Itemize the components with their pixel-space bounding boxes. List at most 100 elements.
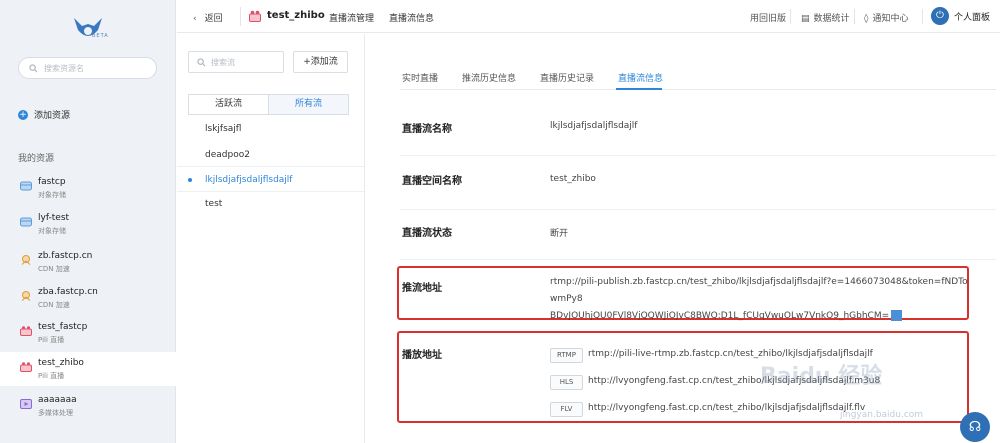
sidebar-item-fastcp[interactable]: fastcp 对象存储	[0, 171, 176, 205]
resource-type: Pili 直播	[38, 336, 65, 344]
tab-live-history[interactable]: 直播历史记录	[540, 71, 594, 84]
stats-link[interactable]: ▤ 数据统计	[801, 11, 850, 24]
resource-name: zb.fastcp.cn	[38, 251, 93, 261]
stats-label: 数据统计	[813, 14, 850, 24]
power-icon: ⏻	[931, 7, 949, 25]
publish-url-value[interactable]: rtmp://pili-publish.zb.fastcp.cn/test_zh…	[550, 274, 970, 325]
live-icon	[20, 326, 32, 336]
notifications-link[interactable]: ◊ 通知中心	[864, 11, 908, 24]
nav-stream-manage[interactable]: 直播流管理	[329, 11, 374, 24]
stream-tabs: 实时直播 推流历史信息 直播历史记录 直播流信息	[400, 68, 996, 90]
watermark-brand: Baidu 经验	[760, 364, 883, 389]
stream-name: lkjlsdjafjsdaljflsdajlf	[205, 175, 293, 185]
sidebar-item-lyf-test[interactable]: lyf-test 对象存储	[0, 207, 176, 241]
top-bar: ‹ 返回 test_zhibo 直播流管理 直播流信息 用回旧版 ▤ 数据统计 ◊ 通…	[177, 0, 1000, 33]
tab-stream-info[interactable]: 直播流信息	[618, 71, 663, 84]
tab-realtime[interactable]: 实时直播	[402, 71, 438, 84]
logo-icon	[74, 18, 102, 36]
tab-publish-history[interactable]: 推流历史信息	[462, 71, 516, 84]
media-icon	[20, 399, 32, 409]
resource-type: CDN 加速	[38, 265, 70, 273]
field-label: 直播流状态	[402, 228, 452, 239]
help-headset-button[interactable]: ☊	[960, 412, 990, 442]
divider	[922, 9, 923, 24]
publish-url-row: 推流地址 rtmp://pili-publish.zb.fastcp.cn/te…	[400, 268, 996, 324]
resource-search-input[interactable]: 搜索资源名	[18, 57, 157, 79]
field-label: 直播流名称	[402, 124, 452, 135]
resource-name: test_zhibo	[38, 358, 84, 368]
stream-list-item-selected[interactable]: lkjlsdjafjsdaljflsdajlf	[177, 166, 364, 192]
publish-url-line: rtmp://pili-publish.zb.fastcp.cn/test_zh…	[550, 277, 968, 304]
rtmp-tag: RTMP	[550, 348, 583, 363]
tab-all-streams[interactable]: 所有流	[268, 95, 348, 114]
resource-name: aaaaaaa	[38, 395, 77, 405]
resource-name: test_fastcp	[38, 322, 88, 332]
storage-icon	[20, 181, 32, 191]
live-icon	[249, 10, 261, 22]
resource-type: CDN 加速	[38, 301, 70, 309]
my-resources-heading: 我的资源	[18, 154, 55, 164]
resource-type: 对象存储	[38, 191, 66, 199]
cdn-icon	[21, 291, 31, 301]
field-value: lkjlsdjafjsdaljflsdajlf	[550, 121, 638, 131]
back-button[interactable]: ‹ 返回	[193, 11, 223, 24]
personal-panel-label: 个人面板	[954, 12, 991, 23]
divider	[790, 9, 791, 24]
sidebar-item-aaaaaaa[interactable]: aaaaaaa 多媒体处理	[0, 389, 176, 423]
sidebar-item-zb-fastcp[interactable]: zb.fastcp.cn CDN 加速	[0, 245, 176, 279]
divider	[854, 9, 855, 24]
divider	[240, 7, 241, 26]
personal-panel-button[interactable]: ⏻ 个人面板	[931, 7, 990, 25]
flv-tag: FLV	[550, 402, 583, 417]
plus-icon: +	[18, 109, 28, 120]
headset-icon: ☊	[968, 419, 982, 435]
add-resource-button[interactable]: + 添加资源	[18, 108, 70, 121]
resource-name: zba.fastcp.cn	[38, 287, 98, 297]
field-label: 播放地址	[402, 350, 442, 361]
search-placeholder: 搜索资源名	[44, 63, 84, 73]
field-label: 推流地址	[402, 283, 442, 294]
sidebar-item-test-fastcp[interactable]: test_fastcp Pili 直播	[0, 316, 176, 350]
old-version-link[interactable]: 用回旧版	[750, 11, 786, 24]
stream-list-item[interactable]: test	[177, 191, 364, 217]
field-label: 直播空间名称	[402, 176, 462, 187]
cdn-icon	[21, 255, 31, 265]
stream-list-panel: 搜索流 +添加流 活跃流 所有流 lskjfsajfl deadpoo2 lkj…	[177, 34, 365, 443]
publish-url-line: BDvJOUhjQU0FVl8VjQQWJiOJvC8BWQ:D1L_fCUqV…	[550, 311, 890, 321]
status-row: 直播流状态 断开	[400, 210, 996, 260]
hls-tag: HLS	[550, 375, 583, 390]
stream-list-item[interactable]: lskjfsajfl	[177, 116, 364, 142]
active-tab-indicator	[616, 88, 662, 90]
sidebar-item-zba-fastcp[interactable]: zba.fastcp.cn CDN 加速	[0, 281, 176, 315]
tab-active-streams[interactable]: 活跃流	[189, 95, 268, 114]
stream-search-input[interactable]: 搜索流	[188, 51, 284, 73]
live-icon	[20, 362, 32, 372]
back-label: 返回	[204, 14, 223, 24]
chart-icon: ▤	[801, 14, 810, 24]
bell-icon: ◊	[864, 14, 869, 24]
sidebar: BETA 搜索资源名 + 添加资源 我的资源 fastcp 对象存储 lyf-t…	[0, 0, 176, 443]
search-icon	[29, 63, 38, 72]
chevron-left-icon: ‹	[193, 14, 197, 24]
space-name-row: 直播空间名称 test_zhibo	[400, 156, 996, 210]
search-icon	[197, 57, 206, 66]
search-placeholder: 搜索流	[211, 57, 235, 67]
selected-dot-icon	[188, 178, 192, 182]
sidebar-item-test-zhibo[interactable]: test_zhibo Pili 直播	[0, 352, 176, 386]
add-resource-label: 添加资源	[34, 111, 71, 121]
resource-type: 多媒体处理	[38, 409, 73, 417]
field-value: 断开	[550, 229, 569, 239]
flv-url[interactable]: http://lvyongfeng.fast.cp.cn/test_zhibo/…	[588, 403, 865, 413]
stream-name-row: 直播流名称 lkjlsdjafjsdaljflsdajlf	[400, 104, 996, 156]
add-stream-button[interactable]: +添加流	[293, 51, 348, 73]
qrcode-icon[interactable]	[891, 310, 903, 321]
field-value: test_zhibo	[550, 174, 596, 184]
stream-list-item[interactable]: deadpoo2	[177, 142, 364, 168]
resource-type: 对象存储	[38, 227, 66, 235]
stream-info-panel: 实时直播 推流历史信息 直播历史记录 直播流信息 直播流名称 lkjlsdjaf…	[366, 34, 1000, 443]
watermark-site: jingyan.baidu.com	[840, 410, 924, 420]
logo-text: BETA	[92, 33, 109, 39]
nav-stream-info[interactable]: 直播流信息	[389, 11, 434, 24]
resource-name: fastcp	[38, 177, 66, 187]
resource-type: Pili 直播	[38, 372, 65, 380]
